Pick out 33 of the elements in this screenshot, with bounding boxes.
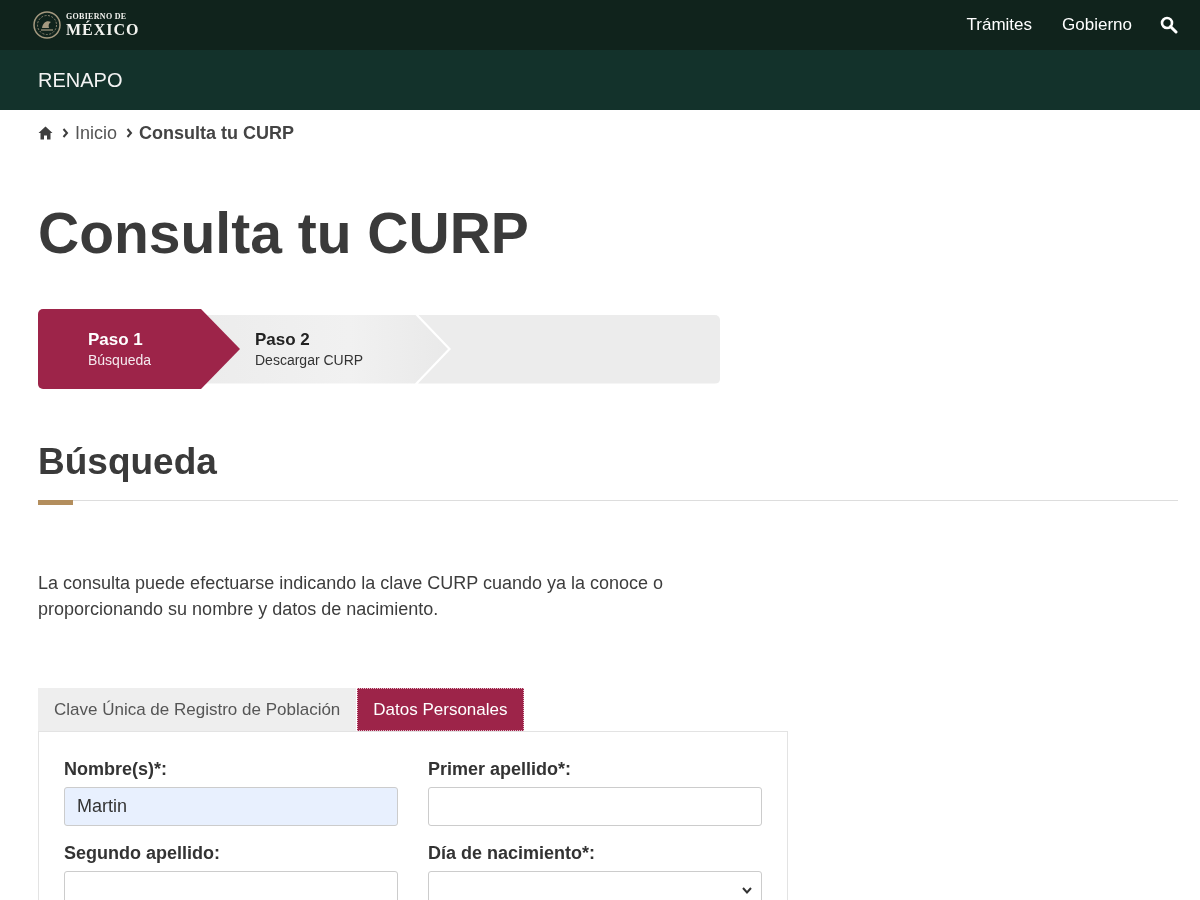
tab[interactable]: Clave Única de Registro de Población [38,688,357,731]
chevron-down-icon [742,887,752,894]
tab[interactable]: Datos Personales [357,688,524,731]
step-subtitle: Descargar CURP [255,351,365,369]
home-icon [38,126,53,140]
home-link[interactable] [38,126,53,140]
field-label: Primer apellido*: [428,758,573,780]
chevron-icon [126,128,134,138]
field-label: Nombre(s)*: [64,758,168,780]
page-title: Consulta tu CURP [38,202,530,264]
select-field[interactable] [428,871,762,900]
nav-link[interactable]: Trámites [966,12,1033,38]
nav-link[interactable]: Gobierno [1062,12,1132,38]
field-label: Día de nacimiento*: [428,842,597,864]
step-title: Paso 2 [255,329,311,351]
breadcrumb-current: Consulta tu CURP [139,121,295,145]
section-title: Búsqueda [38,440,218,484]
intro-paragraph: La consulta puede efectuarse indicando la clave CURP cuando ya la conoce o proporcionando su nombre y datos de nacimiento. [38,572,665,621]
field-label: Segundo apellido: [64,842,221,864]
search-icon [1160,16,1178,34]
logo-text: MÉXICO [66,21,140,38]
site-title: RENAPO [38,68,123,93]
text-field[interactable]: Martin [64,787,398,826]
search-button[interactable] [1160,16,1178,34]
chevron-icon [62,128,69,138]
step-title: Paso 1 [88,329,144,351]
step-subtitle: Búsqueda [88,351,153,369]
text-field[interactable] [428,787,762,826]
title-underline-accent [38,500,73,505]
text-field[interactable] [64,871,398,900]
breadcrumb-link[interactable]: Inicio [75,119,118,147]
seal-icon [33,11,61,39]
logo-text: GOBIERNO DE [66,12,127,21]
